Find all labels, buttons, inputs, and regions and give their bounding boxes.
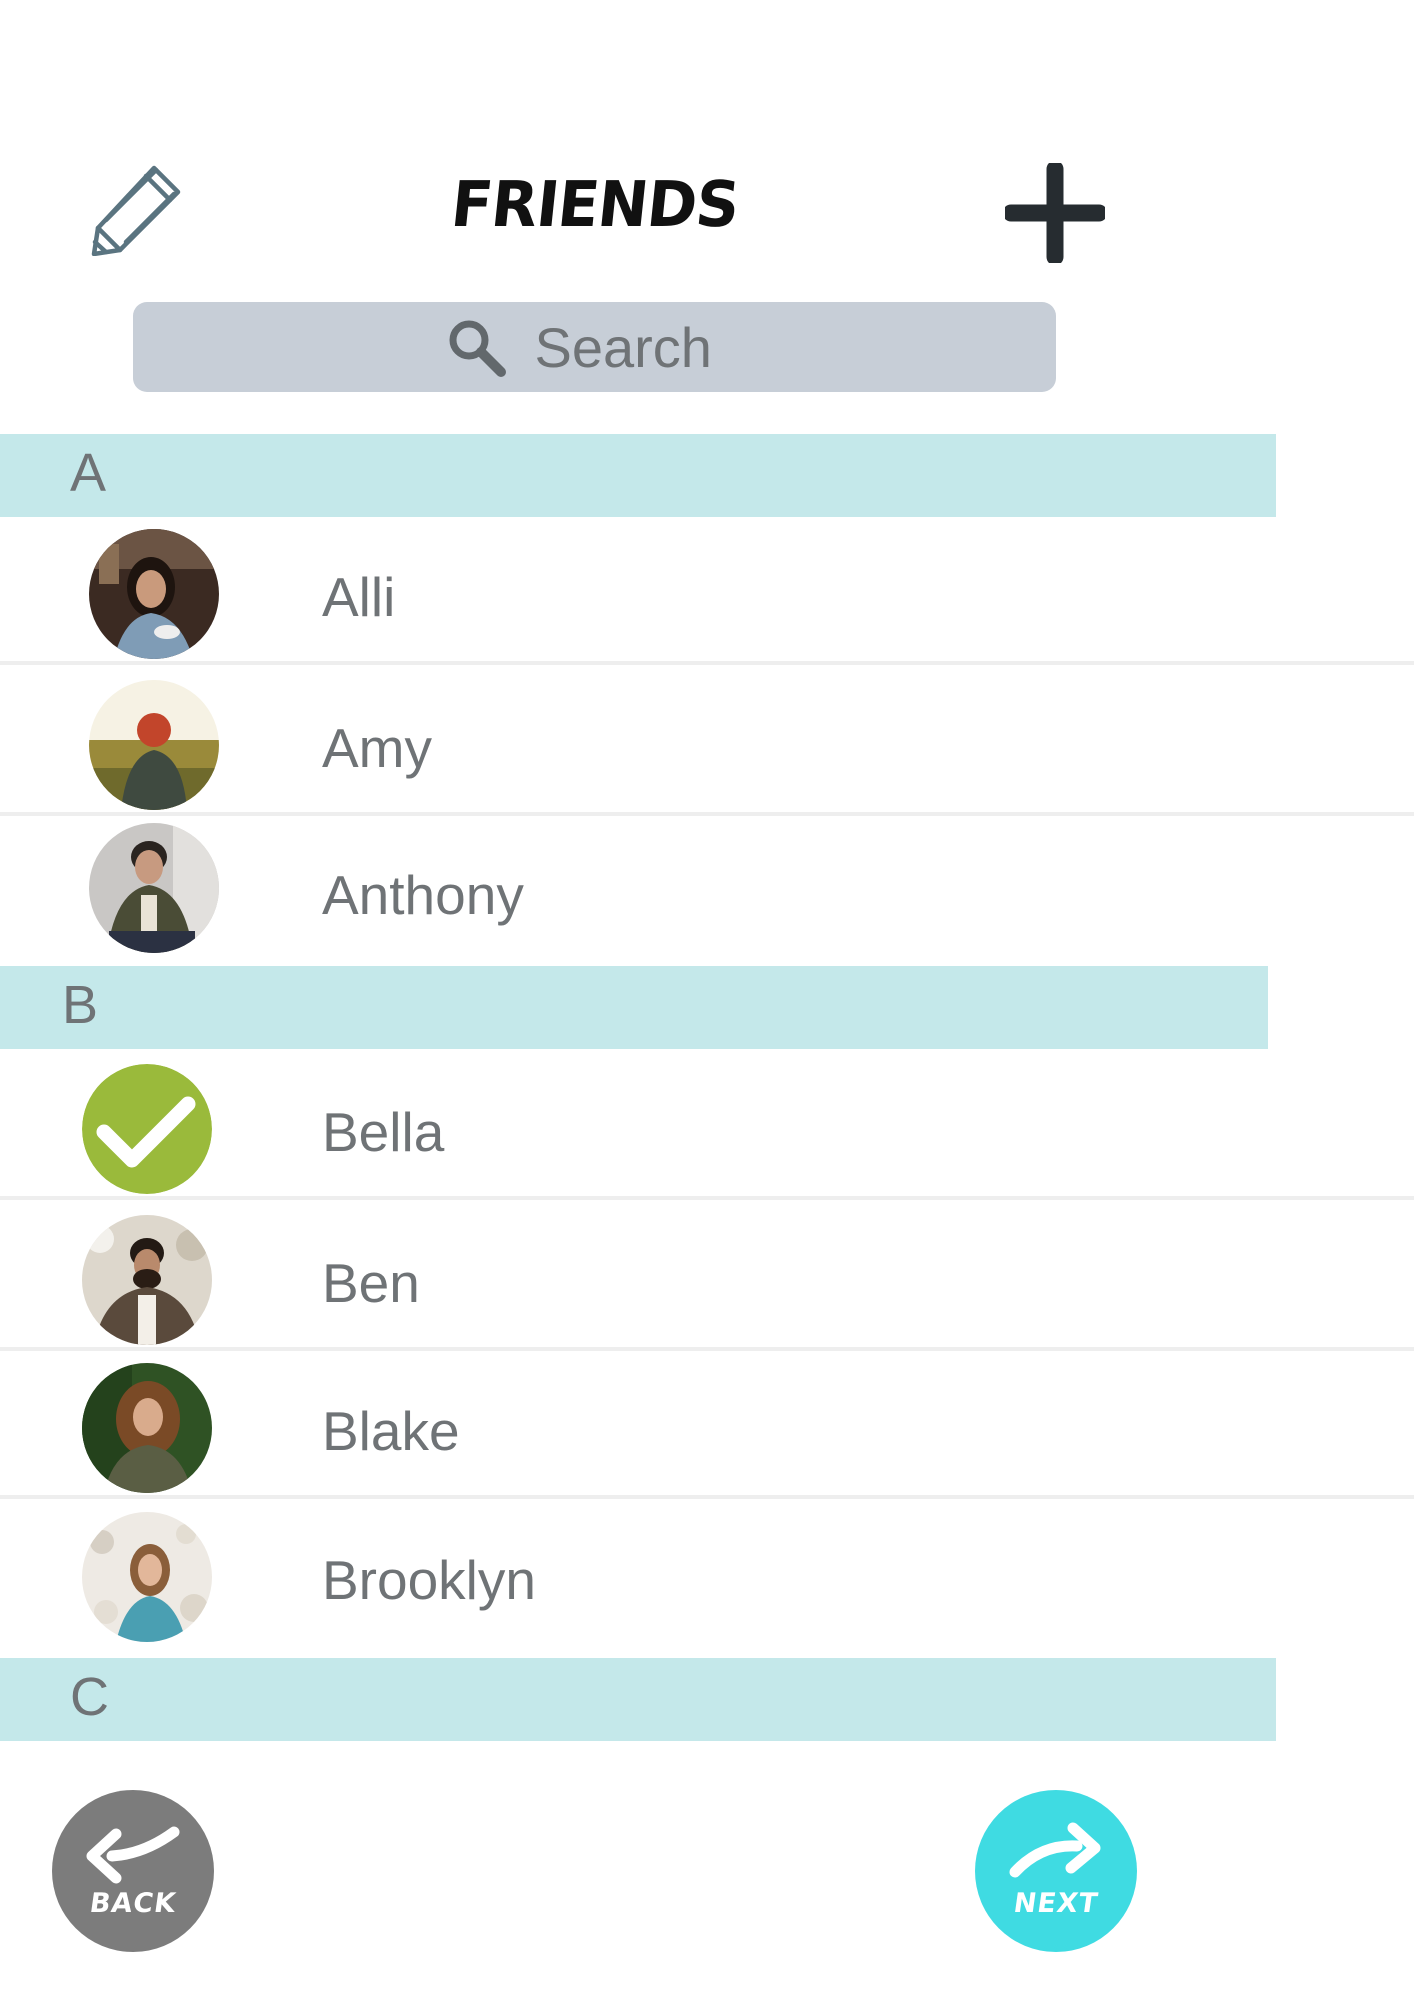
avatar <box>82 1363 212 1493</box>
friend-row-anthony[interactable]: Anthony <box>0 815 1414 963</box>
friend-row-blake[interactable]: Blake <box>0 1351 1414 1499</box>
friend-name: Bella <box>322 1101 445 1163</box>
avatar <box>89 823 219 953</box>
plus-icon <box>1002 160 1108 266</box>
friend-row-amy[interactable]: Amy <box>0 668 1414 816</box>
section-letter: A <box>70 443 107 503</box>
page-title: FRIENDS <box>447 168 743 242</box>
friend-name: Ben <box>322 1252 420 1314</box>
friend-row-ben[interactable]: Ben <box>0 1203 1414 1351</box>
back-arrow-icon <box>86 1826 180 1884</box>
row-divider <box>0 661 1414 665</box>
search-input[interactable] <box>534 314 745 380</box>
search-bar[interactable] <box>133 302 1056 392</box>
section-header-c: C <box>0 1658 1276 1741</box>
row-divider <box>0 1495 1414 1499</box>
search-icon <box>449 320 506 377</box>
friend-name: Blake <box>322 1400 460 1462</box>
check-icon <box>82 1064 212 1194</box>
row-divider <box>0 1196 1414 1200</box>
friend-row-brooklyn[interactable]: Brooklyn <box>0 1500 1414 1648</box>
friend-name: Brooklyn <box>322 1549 536 1611</box>
friend-name: Amy <box>322 717 432 779</box>
next-label: NEXT <box>1011 1888 1101 1919</box>
add-friend-button[interactable] <box>1002 160 1108 266</box>
section-header-b: B <box>0 966 1268 1049</box>
section-letter: C <box>70 1667 109 1727</box>
selected-check <box>82 1064 212 1194</box>
section-letter: B <box>62 975 99 1035</box>
avatar <box>82 1512 212 1642</box>
section-header-a: A <box>0 434 1276 517</box>
avatar <box>82 1215 212 1345</box>
pencil-icon <box>91 165 181 257</box>
avatar <box>89 529 219 659</box>
edit-button[interactable] <box>90 160 186 257</box>
back-label: BACK <box>87 1888 179 1919</box>
next-button[interactable]: NEXT <box>975 1790 1137 1952</box>
friend-row-bella[interactable]: Bella <box>0 1052 1414 1200</box>
friend-row-alli[interactable]: Alli <box>0 517 1414 665</box>
friend-name: Alli <box>322 566 396 628</box>
friend-name: Anthony <box>322 864 524 926</box>
next-arrow-icon <box>1009 1822 1101 1878</box>
avatar <box>89 680 219 810</box>
back-button[interactable]: BACK <box>52 1790 214 1952</box>
